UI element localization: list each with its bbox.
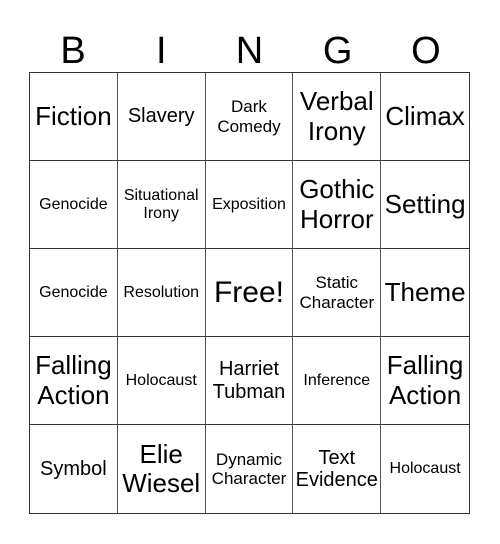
header-letter-n: N (235, 30, 264, 72)
bingo-cell[interactable]: Dark Comedy (205, 73, 294, 161)
bingo-cell[interactable]: Holocaust (381, 425, 469, 513)
bingo-cell[interactable]: Slavery (117, 73, 206, 161)
bingo-cell[interactable]: Elie Wiesel (118, 425, 206, 513)
header-letter-g: G (322, 30, 353, 72)
bingo-header: B I N G O (29, 30, 470, 72)
bingo-cell[interactable]: Inference (293, 337, 382, 425)
bingo-cell[interactable]: Falling Action (30, 337, 118, 425)
header-letter-o: O (411, 30, 441, 72)
free-space[interactable]: Free! (205, 249, 294, 337)
bingo-cell[interactable]: Holocaust (117, 337, 206, 425)
bingo-grid: Fiction Slavery Dark Comedy Verbal Irony… (29, 72, 470, 514)
bingo-cell[interactable]: Dynamic Character (206, 425, 294, 513)
bingo-cell[interactable]: Verbal Irony (293, 73, 382, 161)
bingo-cell[interactable]: Setting (381, 161, 469, 249)
bingo-cell[interactable]: Gothic Horror (293, 161, 382, 249)
bingo-cell[interactable]: Situational Irony (117, 161, 206, 249)
bingo-cell[interactable]: Fiction (30, 73, 118, 161)
header-letter-b: B (60, 30, 86, 72)
bingo-cell[interactable]: Text Evidence (293, 425, 382, 513)
header-letter-i: I (156, 30, 167, 72)
bingo-cell[interactable]: Symbol (30, 425, 118, 513)
bingo-cell[interactable]: Theme (381, 249, 469, 337)
bingo-cell[interactable]: Resolution (117, 249, 206, 337)
bingo-cell[interactable]: Exposition (205, 161, 294, 249)
bingo-cell[interactable]: Climax (381, 73, 469, 161)
bingo-cell[interactable]: Falling Action (381, 337, 469, 425)
bingo-cell[interactable]: Genocide (30, 161, 118, 249)
bingo-cell[interactable]: Genocide (30, 249, 118, 337)
bingo-cell[interactable]: Harriet Tubman (205, 337, 294, 425)
bingo-cell[interactable]: Static Character (293, 249, 382, 337)
